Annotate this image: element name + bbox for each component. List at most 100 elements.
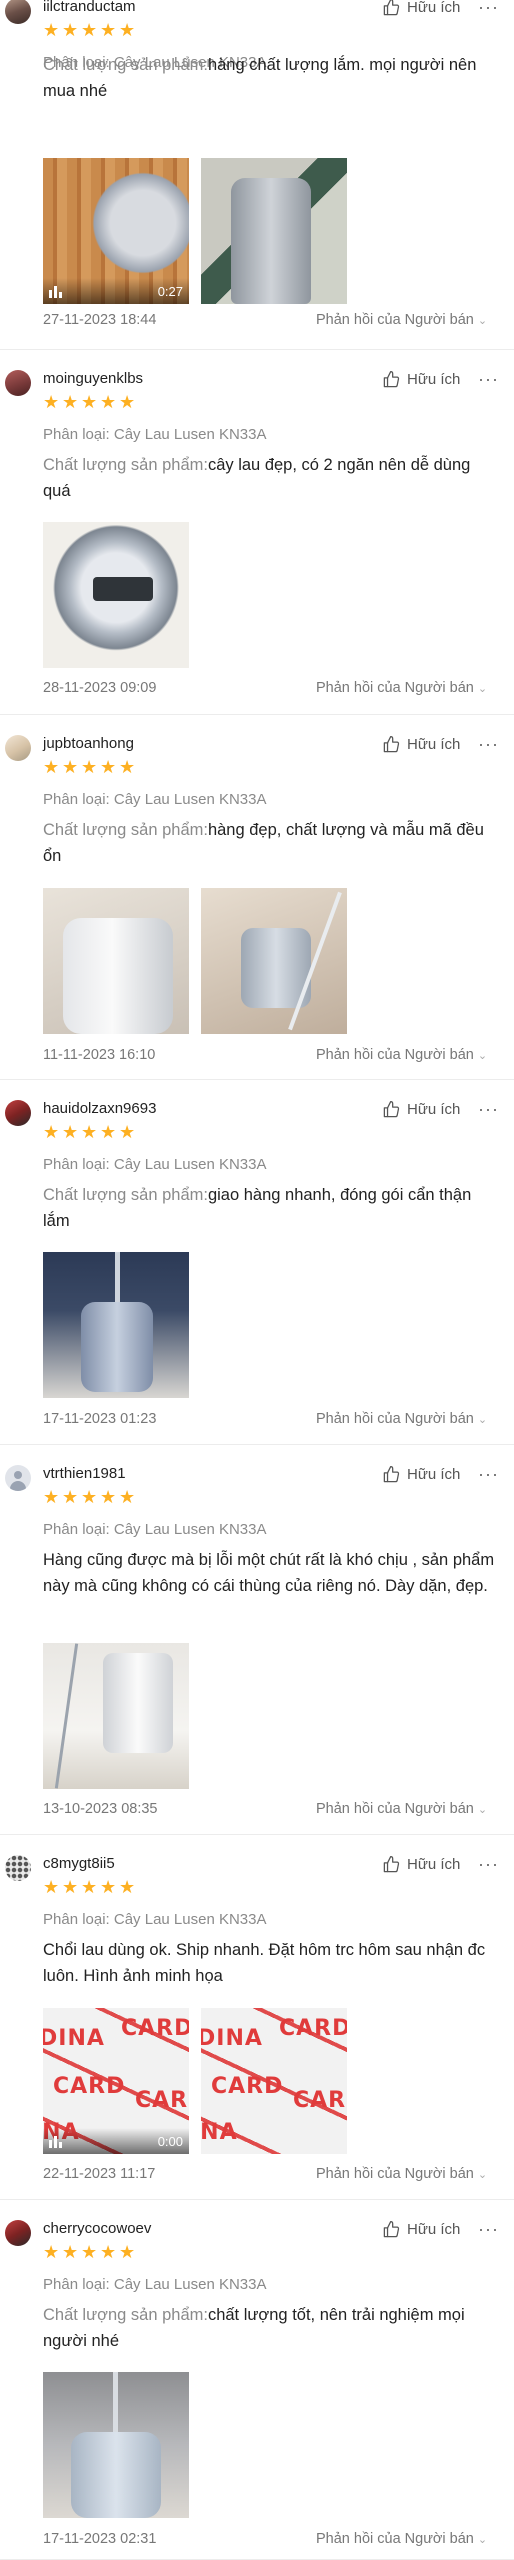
- review-photo-thumbnail[interactable]: [201, 888, 347, 1034]
- product-variant: Phân loại: Cây Lau Lusen KN33A: [43, 791, 267, 808]
- review-comment: Chất lượng sản phẩm:giao hàng nhanh, đón…: [43, 1182, 498, 1234]
- review-photo-thumbnail[interactable]: [43, 888, 189, 1034]
- helpful-button[interactable]: Hữu ích: [382, 1100, 460, 1119]
- star-icon: ★: [119, 392, 136, 412]
- star-icon: ★: [81, 1122, 98, 1142]
- video-duration: 0:00: [157, 2134, 183, 2149]
- avatar[interactable]: [5, 735, 31, 761]
- star-icon: ★: [81, 757, 98, 777]
- avatar[interactable]: [5, 370, 31, 396]
- product-variant: Phân loại: Cây Lau Lusen KN33A: [43, 1521, 267, 1538]
- review-comment: Chất lượng sản phẩm:hàng đẹp, chất lượng…: [43, 817, 498, 869]
- review-item: cherrycocowoev ★ ★ ★ ★ ★ Hữu ích ··· Phân loại…: [0, 2200, 514, 2560]
- seller-reply-label: Phản hồi của Người bán: [316, 2166, 474, 2182]
- reviewer-username[interactable]: hauidolzaxn9693: [43, 1100, 156, 1117]
- star-icon: ★: [62, 1877, 79, 1897]
- star-icon: ★: [62, 392, 79, 412]
- chevron-down-icon: ⌄: [477, 1413, 488, 1426]
- helpful-label: Hữu ích: [407, 1856, 461, 1873]
- review-media: [43, 1252, 189, 1398]
- review-comment: Chất lượng sản phẩm:cây lau đẹp, có 2 ng…: [43, 452, 498, 504]
- review-item: jupbtoanhong ★ ★ ★ ★ ★ Hữu ích ··· Phân loại: …: [0, 715, 514, 1080]
- seller-reply-toggle[interactable]: Phản hồi của Người bán ⌄: [316, 1047, 487, 1063]
- review-photo-thumbnail[interactable]: [43, 522, 189, 668]
- chevron-down-icon: ⌄: [477, 1049, 488, 1062]
- helpful-button[interactable]: Hữu ích: [382, 735, 460, 754]
- avatar[interactable]: [5, 0, 31, 24]
- star-icon: ★: [62, 20, 79, 40]
- helpful-button[interactable]: Hữu ích: [382, 1855, 460, 1874]
- chevron-down-icon: ⌄: [477, 682, 488, 695]
- more-options-button[interactable]: ···: [478, 0, 498, 16]
- product-variant: Phân loại: Cây Lau Lusen KN33A: [43, 1911, 267, 1928]
- review-media: [43, 1643, 189, 1789]
- review-photo-thumbnail[interactable]: [43, 1643, 189, 1789]
- review-photo-thumbnail[interactable]: [43, 2372, 189, 2518]
- star-icon: ★: [62, 757, 79, 777]
- avatar[interactable]: [5, 1855, 31, 1881]
- chevron-down-icon: ⌄: [477, 2168, 488, 2181]
- avatar[interactable]: [5, 2220, 31, 2246]
- review-photo-thumbnail[interactable]: [201, 158, 347, 304]
- star-icon: ★: [119, 2242, 136, 2262]
- review-item: vtrthien1981 ★ ★ ★ ★ ★ Hữu ích ··· Phân loại: …: [0, 1445, 514, 1835]
- review-date: 11-11-2023 16:10: [43, 1047, 156, 1063]
- star-rating: ★ ★ ★ ★ ★: [43, 757, 136, 777]
- review-video-thumbnail[interactable]: 0:27: [43, 158, 189, 304]
- star-rating: ★ ★ ★ ★ ★: [43, 20, 136, 40]
- seller-reply-toggle[interactable]: Phản hồi của Người bán ⌄: [316, 312, 487, 328]
- reviewer-username[interactable]: jupbtoanhong: [43, 735, 134, 752]
- more-options-button[interactable]: ···: [478, 1465, 498, 1483]
- more-options-button[interactable]: ···: [478, 735, 498, 753]
- review-item: moinguyenklbs ★ ★ ★ ★ ★ Hữu ích ··· Phân loại:…: [0, 350, 514, 715]
- star-icon: ★: [81, 1487, 98, 1507]
- thumbs-up-icon: [383, 1465, 400, 1483]
- review-video-thumbnail[interactable]: DINACARDINCARDCARIINA 0:00: [43, 2008, 189, 2154]
- star-icon: ★: [43, 20, 60, 40]
- star-icon: ★: [100, 1487, 117, 1507]
- seller-reply-toggle[interactable]: Phản hồi của Người bán ⌄: [316, 1411, 487, 1427]
- review-date: 22-11-2023 11:17: [43, 2166, 156, 2182]
- review-media: [43, 2372, 189, 2518]
- seller-reply-toggle[interactable]: Phản hồi của Người bán ⌄: [316, 2531, 487, 2547]
- product-variant: Phân loại: Cây Lau Lusen KN33A: [43, 2276, 267, 2293]
- reviewer-username[interactable]: iilctranductam: [43, 0, 136, 15]
- helpful-button[interactable]: Hữu ích: [382, 0, 460, 17]
- seller-reply-toggle[interactable]: Phản hồi của Người bán ⌄: [316, 680, 487, 696]
- reviewer-username[interactable]: moinguyenklbs: [43, 370, 143, 387]
- seller-reply-toggle[interactable]: Phản hồi của Người bán ⌄: [316, 1801, 487, 1817]
- reviewer-username[interactable]: c8mygt8ii5: [43, 1855, 115, 1872]
- star-icon: ★: [81, 1877, 98, 1897]
- more-options-button[interactable]: ···: [478, 1855, 498, 1873]
- seller-reply-toggle[interactable]: Phản hồi của Người bán ⌄: [316, 2166, 487, 2182]
- review-date: 28-11-2023 09:09: [43, 680, 157, 696]
- review-comment: Chất lượng sản phẩm:chất lượng tốt, nên …: [43, 2302, 498, 2354]
- chevron-down-icon: ⌄: [477, 314, 488, 327]
- star-icon: ★: [119, 1487, 136, 1507]
- star-icon: ★: [100, 20, 117, 40]
- seller-reply-label: Phản hồi của Người bán: [316, 1411, 474, 1427]
- star-icon: ★: [119, 1122, 136, 1142]
- review-date: 13-10-2023 08:35: [43, 1801, 158, 1817]
- helpful-button[interactable]: Hữu ích: [382, 370, 460, 389]
- more-options-button[interactable]: ···: [478, 1100, 498, 1118]
- helpful-button[interactable]: Hữu ích: [382, 2220, 460, 2239]
- star-icon: ★: [100, 392, 117, 412]
- thumbs-up-icon: [383, 735, 400, 753]
- more-options-button[interactable]: ···: [478, 2220, 498, 2238]
- more-options-button[interactable]: ···: [478, 370, 498, 388]
- star-icon: ★: [43, 1877, 60, 1897]
- review-photo-thumbnail[interactable]: [43, 1252, 189, 1398]
- video-icon: [49, 2136, 65, 2148]
- avatar[interactable]: [5, 1100, 31, 1126]
- avatar[interactable]: [5, 1465, 31, 1491]
- thumbs-up-icon: [383, 1855, 400, 1873]
- reviewer-username[interactable]: vtrthien1981: [43, 1465, 126, 1482]
- helpful-button[interactable]: Hữu ích: [382, 1465, 460, 1484]
- review-photo-thumbnail[interactable]: DINACARDINCARDCARIINA: [201, 2008, 347, 2154]
- helpful-label: Hữu ích: [407, 1466, 461, 1483]
- chevron-down-icon: ⌄: [477, 2533, 488, 2546]
- reviewer-username[interactable]: cherrycocowoev: [43, 2220, 151, 2237]
- star-icon: ★: [43, 2242, 60, 2262]
- thumbs-up-icon: [383, 2220, 400, 2238]
